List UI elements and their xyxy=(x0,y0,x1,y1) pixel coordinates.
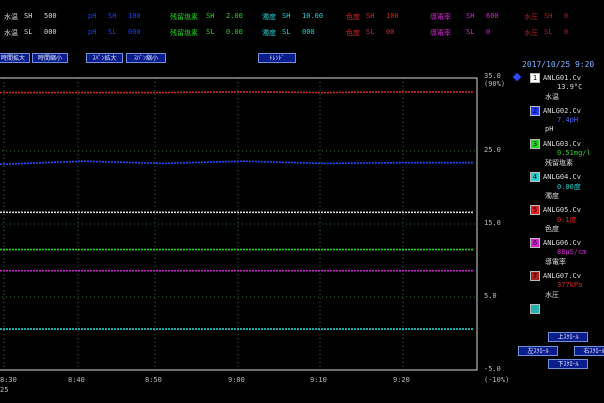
x-tick-label: 8:50 xyxy=(145,376,162,384)
legend-tag: ANLG02.Cv xyxy=(543,107,581,115)
x-tick-label: 9:20 xyxy=(393,376,410,384)
y-tick-label: -5.0 xyxy=(484,365,501,373)
legend-tag: ANLG03.Cv xyxy=(543,140,581,148)
legend-value: 88μS/cm xyxy=(557,248,587,256)
x-date-label: 25 xyxy=(0,386,9,394)
series-line-水温 xyxy=(0,91,474,94)
legend-name: 濁度 xyxy=(545,192,559,200)
x-tick-label: 8:30 xyxy=(0,376,17,384)
legend-name: pH xyxy=(545,125,554,133)
legend-tag: ANLG07.Cv xyxy=(543,272,581,280)
legend-value: 377kPa xyxy=(557,281,583,289)
legend-tag: ANLG01.Cv xyxy=(543,74,581,82)
legend-swatch[interactable]: 3 xyxy=(530,139,540,149)
chart-grid xyxy=(0,77,477,371)
legend-name: 導電率 xyxy=(545,258,566,266)
legend-swatch[interactable]: 7 xyxy=(530,271,540,281)
legend-tag: ANLG05.Cv xyxy=(543,206,581,214)
scroll-right-button[interactable]: 右ｽｸﾛｰﾙ xyxy=(574,346,604,356)
scroll-left-button[interactable]: 左ｽｸﾛｰﾙ xyxy=(518,346,558,356)
scroll-down-button[interactable]: 下ｽｸﾛｰﾙ xyxy=(548,359,588,369)
legend-swatch[interactable]: 1 xyxy=(530,73,540,83)
y-tick-label: 5.0 xyxy=(484,292,497,300)
legend-value: 0.00度 xyxy=(557,183,581,191)
y-top-unit: (90%) xyxy=(484,80,506,88)
legend-name: 水圧 xyxy=(545,291,559,299)
legend-name: 色度 xyxy=(545,225,559,233)
y-top-value: 35.0 xyxy=(484,72,501,80)
legend-value: 7.4pH xyxy=(557,116,579,124)
legend-swatch[interactable] xyxy=(530,304,540,314)
series-line-pH xyxy=(0,160,474,165)
legend-swatch[interactable]: 6 xyxy=(530,238,540,248)
legend-name: 残留塩素 xyxy=(545,159,573,167)
x-tick-label: 8:40 xyxy=(68,376,85,384)
legend-value: 13.9°C xyxy=(557,83,583,91)
y-tick-label: 25.0 xyxy=(484,146,501,154)
legend-tag: ANLG04.Cv xyxy=(543,173,581,181)
legend-swatch[interactable]: 4 xyxy=(530,172,540,182)
legend-name: 水温 xyxy=(545,93,559,101)
x-tick-label: 9:10 xyxy=(310,376,327,384)
legend-swatch[interactable]: 5 xyxy=(530,205,540,215)
y-bottom-unit: (-10%) xyxy=(484,376,510,384)
x-tick-label: 9:00 xyxy=(228,376,245,384)
legend-value: 0.51mg/l xyxy=(557,149,591,157)
y-tick-label: 15.0 xyxy=(484,219,501,227)
legend-value: 0.1度 xyxy=(557,216,577,224)
legend-swatch[interactable]: 2 xyxy=(530,106,540,116)
legend-tag: ANLG06.Cv xyxy=(543,239,581,247)
trend-chart xyxy=(0,77,478,371)
scroll-up-button[interactable]: 上ｽｸﾛｰﾙ xyxy=(548,332,588,342)
